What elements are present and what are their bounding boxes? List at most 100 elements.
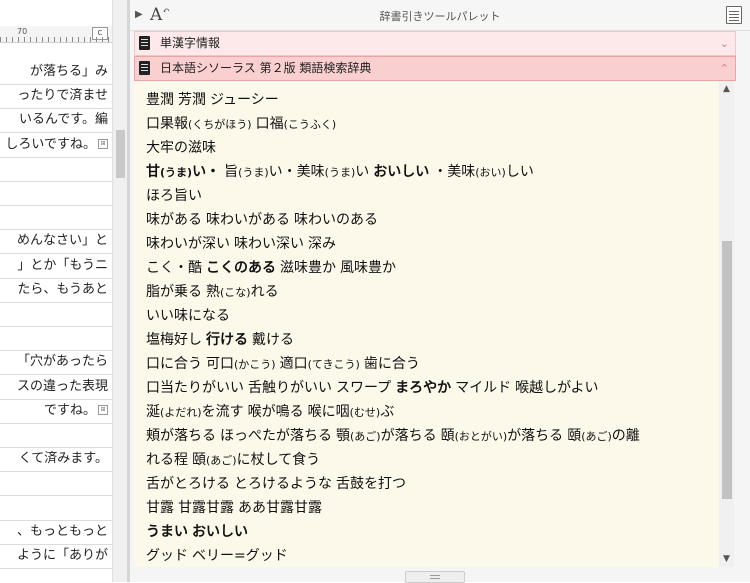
results-scrollbar-thumb[interactable]	[722, 241, 732, 499]
editor-line-text: ように「ありが	[16, 548, 108, 563]
resize-grip-icon[interactable]	[405, 571, 465, 583]
synonym-text: れる程	[146, 452, 188, 468]
synonym-word[interactable]: 滋味豊か	[280, 260, 336, 276]
synonym-word[interactable]: ほろ旨い	[146, 188, 202, 204]
synonym-word[interactable]: 味わい深い	[234, 236, 304, 252]
synonym-word[interactable]: 味わいが深い	[146, 236, 230, 252]
synonym-word[interactable]: 戴ける	[252, 332, 294, 348]
synonym-word[interactable]: うまい	[146, 524, 188, 540]
chevron-down-icon[interactable]: ⌄	[720, 32, 729, 55]
editor-line[interactable]: スの違った表現	[0, 375, 112, 400]
editor-line[interactable]: が落ちる」み	[0, 60, 112, 85]
synonym-word[interactable]: 旨(うま)い・美味(うま)い	[224, 164, 369, 180]
dictionary-header-kanji[interactable]: 単漢字情報 ⌄	[134, 31, 736, 56]
editor-line[interactable]: ように「ありが	[0, 544, 112, 569]
synonym-word[interactable]: 味わいのある	[294, 212, 378, 228]
synonym-word[interactable]: おいしい	[373, 164, 429, 180]
synonym-word[interactable]: 風味豊か	[340, 260, 396, 276]
synonym-word[interactable]: 豊潤	[146, 92, 174, 108]
synonym-word[interactable]: 頤(あご)の離	[567, 428, 640, 444]
editor-scrollbar-thumb[interactable]	[116, 130, 125, 178]
synonym-word[interactable]: とろけるような	[234, 476, 332, 492]
synonym-word[interactable]: 適口(てきこう)	[280, 356, 360, 372]
synonym-word[interactable]: 熟(こな)れる	[206, 284, 279, 300]
note-mark-icon[interactable]: ⊞	[98, 139, 108, 150]
editor-line[interactable]	[0, 205, 112, 231]
synonym-word[interactable]: こく・酷	[146, 260, 202, 276]
synonym-word[interactable]: 口に合う	[146, 356, 202, 372]
note-mark-icon[interactable]: ⊞	[98, 405, 108, 416]
synonym-text: 塩梅好し	[146, 332, 202, 348]
synonym-word[interactable]: 甘露	[146, 500, 174, 516]
synonym-word[interactable]: 味がある	[146, 212, 202, 228]
synonym-reading: (うま)	[238, 166, 269, 179]
editor-line[interactable]: ですね。 ⊞	[0, 399, 112, 424]
synonym-word[interactable]: 舌触りがいい	[248, 380, 332, 396]
editor-line[interactable]: しろいですね。 ⊞	[0, 133, 112, 158]
synonym-word[interactable]: 可口(かこう)	[206, 356, 276, 372]
editor-line[interactable]: めんなさい」と	[0, 229, 112, 255]
editor-line[interactable]: 「穴があったら	[0, 350, 112, 376]
editor-line[interactable]	[0, 326, 112, 352]
editor-line[interactable]	[0, 496, 112, 521]
synonym-word[interactable]: 喉越しがよい	[515, 380, 598, 396]
palette-menu-icon[interactable]	[726, 6, 742, 24]
chevron-up-icon[interactable]: ⌃	[720, 57, 729, 80]
editor-line[interactable]	[0, 423, 112, 448]
synonym-word[interactable]: いい味になる	[146, 308, 230, 324]
synonym-word[interactable]: こくのある	[206, 260, 276, 276]
synonym-text: しい	[505, 164, 534, 180]
results-scrollbar[interactable]: ▲ ▼	[719, 81, 734, 567]
synonym-word[interactable]: 口福(こうふく)	[256, 116, 337, 132]
editor-line[interactable]: ったりで済ませ	[0, 84, 112, 110]
synonym-word[interactable]: 涎(よだれ)を流す	[146, 404, 244, 420]
scroll-up-icon[interactable]: ▲	[719, 81, 734, 97]
synonym-word[interactable]: 大牢の滋味	[146, 140, 216, 156]
synonym-word[interactable]: 頬が落ちる	[146, 428, 216, 444]
thesaurus-results[interactable]: 豊潤 芳潤 ジューシー口果報(くちがほう) 口福(こうふく) 大牢の滋味甘(うま)い・旨…	[134, 81, 719, 567]
synonym-word[interactable]: 脂が乗る	[146, 284, 202, 300]
synonym-word[interactable]: 甘(うま)い・	[146, 164, 220, 180]
editor-line[interactable]: 」とか「もうニ	[0, 254, 112, 279]
editor-line[interactable]	[0, 302, 112, 327]
synonym-word[interactable]: おいしい	[192, 524, 248, 540]
editor-line[interactable]: くて済みます。	[0, 447, 112, 473]
editor-scrollbar[interactable]	[112, 0, 127, 582]
synonym-word[interactable]: マイルド	[455, 380, 511, 396]
synonym-word[interactable]: 行ける	[206, 332, 248, 348]
synonym-word[interactable]: 顎(あご)が落ちる	[336, 428, 437, 444]
synonym-word[interactable]: 歯に合う	[364, 356, 420, 372]
synonym-word[interactable]: ベリー=グッド	[192, 548, 288, 564]
synonym-word[interactable]: 喉に咽(むせ)ぶ	[308, 404, 395, 420]
synonym-word[interactable]: ほっぺたが落ちる	[220, 428, 332, 444]
synonym-word[interactable]: 芳潤	[178, 92, 206, 108]
synonym-word[interactable]: 舌がとろける	[146, 476, 230, 492]
synonym-word[interactable]: 口果報(くちがほう)	[146, 116, 252, 132]
synonym-word[interactable]: ああ甘露甘露	[238, 500, 322, 516]
synonym-word[interactable]: まろやか	[395, 380, 451, 396]
synonym-word[interactable]: 口当たりがいい	[146, 380, 244, 396]
editor-line[interactable]	[0, 157, 112, 182]
synonym-word[interactable]: 喉が鳴る	[248, 404, 304, 420]
synonym-word[interactable]: 頤(おとがい)が落ちる	[441, 428, 564, 444]
editor-line[interactable]	[0, 181, 112, 206]
dictionary-header-thesaurus[interactable]: 日本語シソーラス 第２版 類語検索辞典 ⌃	[134, 56, 736, 81]
editor-pane[interactable]: 70 C が落ちる」み ったりで済ませ いるんです。編 しろいですね。 ⊞ めんなさい」と…	[0, 0, 127, 582]
synonym-word[interactable]: 深み	[308, 236, 336, 252]
editor-line[interactable]	[0, 471, 112, 497]
editor-line[interactable]: いるんです。編	[0, 108, 112, 134]
synonym-word[interactable]: 塩梅好し	[146, 332, 202, 348]
synonym-word[interactable]: 味わいがある	[206, 212, 290, 228]
synonym-word[interactable]: ・美味(おい)しい	[433, 164, 534, 180]
synonym-word[interactable]: スワープ	[336, 380, 391, 396]
dictionary-name: 単漢字情報	[160, 36, 221, 50]
synonym-word[interactable]: 頤(あご)に杖して食う	[192, 452, 320, 468]
synonym-word[interactable]: れる程	[146, 452, 188, 468]
scroll-down-icon[interactable]: ▼	[719, 551, 734, 567]
synonym-word[interactable]: ジューシー	[210, 92, 279, 108]
synonym-word[interactable]: 甘露甘露	[178, 500, 234, 516]
synonym-word[interactable]: グッド	[146, 548, 188, 564]
synonym-word[interactable]: 舌鼓を打つ	[336, 476, 406, 492]
editor-line[interactable]: 、もっともっと	[0, 520, 112, 545]
editor-line[interactable]: たら、もうあと	[0, 278, 112, 303]
